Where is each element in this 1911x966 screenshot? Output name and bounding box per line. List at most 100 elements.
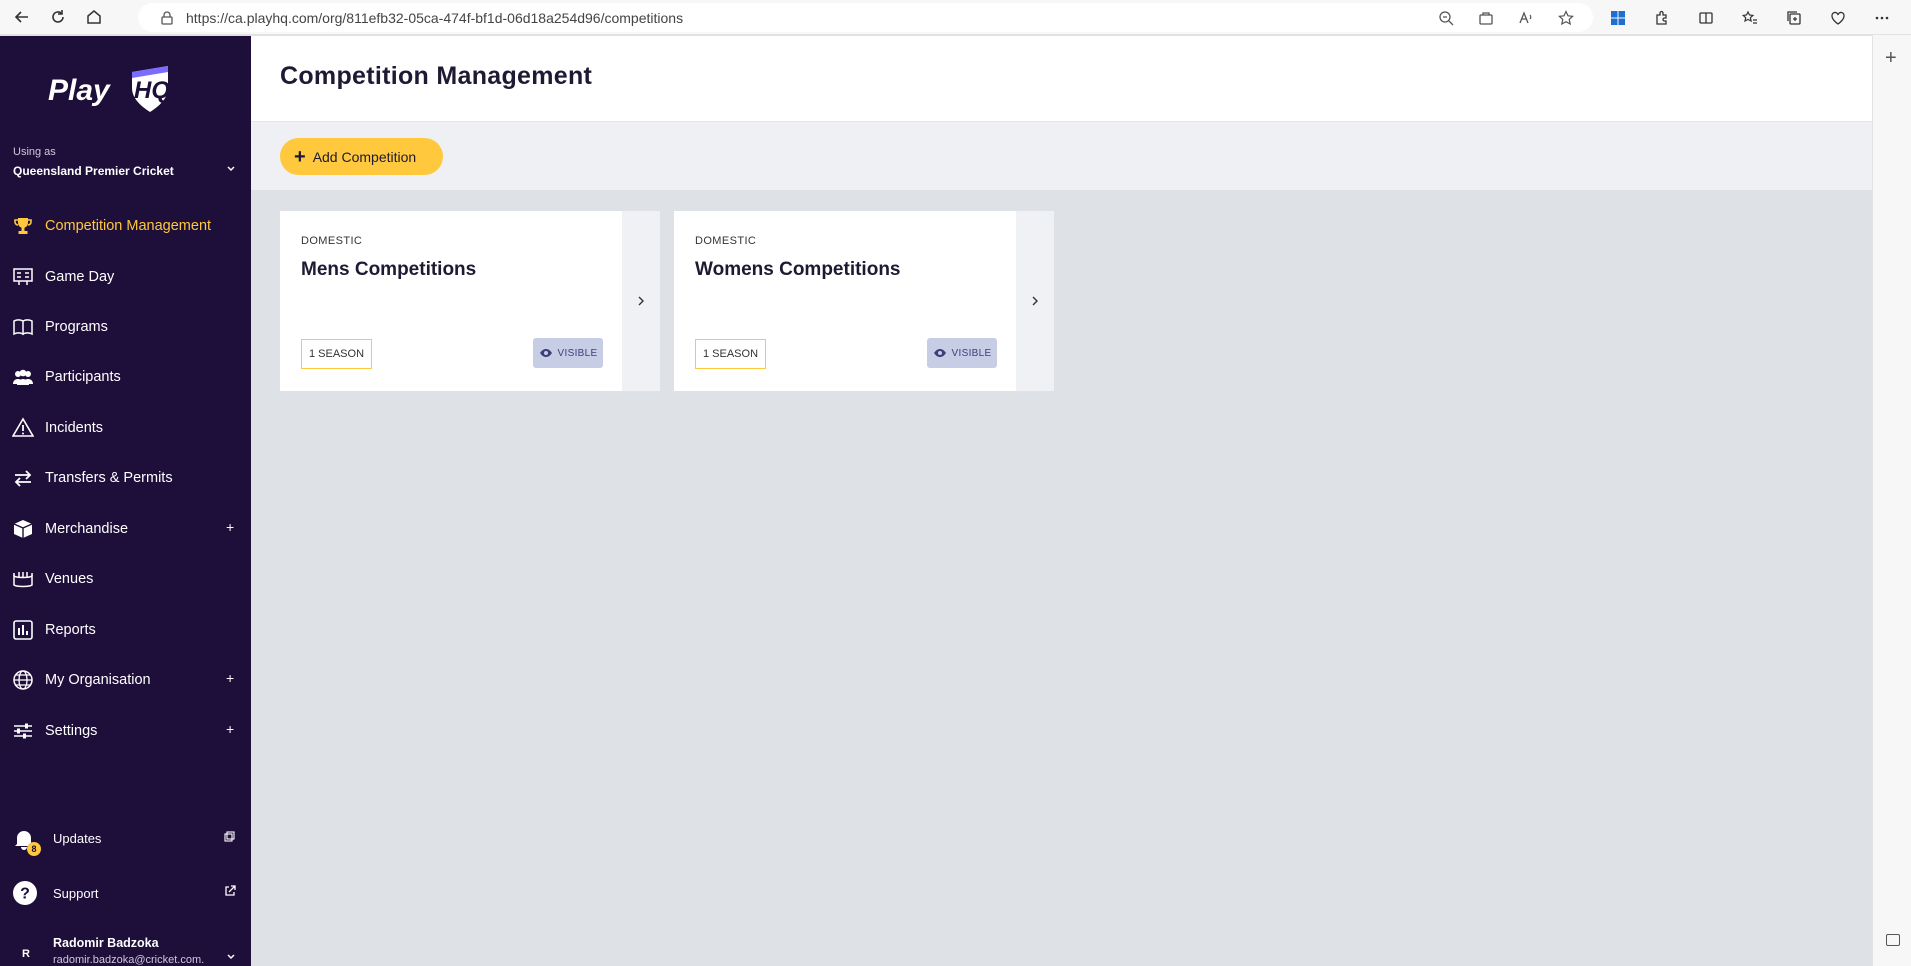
support-label: Support: [53, 885, 99, 901]
refresh-icon[interactable]: [40, 0, 76, 35]
chevron-right-icon[interactable]: [622, 211, 660, 391]
sidebar-item-label: Competition Management: [45, 218, 212, 234]
stadium-icon: [11, 567, 35, 591]
visibility-label: VISIBLE: [557, 347, 598, 359]
app-icon[interactable]: [1477, 9, 1495, 27]
action-toolbar: + Add Competition: [251, 122, 1872, 190]
scoreboard-icon: [11, 265, 35, 289]
competition-type: DOMESTIC: [301, 235, 363, 247]
help-icon: ?: [12, 880, 38, 911]
expand-plus-icon[interactable]: +: [226, 721, 234, 737]
back-icon[interactable]: [4, 0, 40, 35]
people-icon: [11, 365, 35, 389]
eye-icon: [933, 349, 946, 357]
collections-icon[interactable]: [1781, 5, 1807, 31]
svg-text:Play: Play: [48, 74, 111, 107]
sidebar-item-settings[interactable]: Settings +: [0, 711, 251, 751]
sidebar-item-my-organisation[interactable]: My Organisation +: [0, 660, 251, 700]
sidebar-item-label: Reports: [45, 622, 96, 638]
read-aloud-icon[interactable]: [1517, 9, 1535, 27]
sidebar-item-label: Settings: [45, 723, 98, 739]
book-icon: [11, 315, 35, 339]
transfer-icon: [11, 466, 35, 490]
chevron-down-icon[interactable]: [226, 163, 236, 177]
visibility-badge: VISIBLE: [927, 338, 997, 368]
split-screen-icon[interactable]: [1693, 5, 1719, 31]
user-email: radomir.badzoka@cricket.com.: [53, 954, 205, 966]
sidebar-item-label: Transfers & Permits: [45, 470, 173, 486]
chevron-down-icon[interactable]: [226, 951, 236, 965]
sidebar-item-support[interactable]: ? Support: [0, 873, 251, 913]
plus-icon: +: [294, 145, 306, 168]
browser-toolbar: https://ca.playhq.com/org/811efb32-05ca-…: [0, 0, 1911, 35]
lock-icon: [161, 10, 173, 25]
sidebar-item-programs[interactable]: Programs: [0, 307, 251, 347]
globe-icon: [11, 668, 35, 692]
expand-plus-icon[interactable]: +: [226, 519, 234, 535]
extensions-puzzle-icon[interactable]: [1649, 5, 1675, 31]
avatar[interactable]: R: [22, 948, 30, 960]
card-body[interactable]: DOMESTIC Mens Competitions 1 SEASON VISI…: [280, 211, 622, 391]
sidebar-item-competition-management[interactable]: Competition Management: [0, 206, 251, 246]
sidebar-item-label: Programs: [45, 319, 108, 335]
organisation-selector[interactable]: Queensland Premier Cricket: [13, 164, 174, 178]
using-as-label: Using as: [13, 146, 56, 158]
chart-icon: [11, 618, 35, 642]
page-header: Competition Management: [251, 36, 1872, 122]
add-competition-button[interactable]: + Add Competition: [280, 138, 443, 175]
competition-type: DOMESTIC: [695, 235, 757, 247]
trophy-icon: [11, 214, 35, 238]
add-panel-icon[interactable]: +: [1885, 47, 1897, 70]
external-link-icon: [224, 829, 235, 847]
visibility-badge: VISIBLE: [533, 338, 603, 368]
eye-icon: [539, 349, 552, 357]
card-body[interactable]: DOMESTIC Womens Competitions 1 SEASON VI…: [674, 211, 1016, 391]
zoom-icon[interactable]: [1437, 9, 1455, 27]
external-link-icon: [224, 884, 236, 902]
sliders-icon: [11, 719, 35, 743]
competition-name: Mens Competitions: [301, 259, 477, 280]
sidebar-item-venues[interactable]: Venues: [0, 559, 251, 599]
sidebar-item-reports[interactable]: Reports: [0, 610, 251, 650]
address-bar[interactable]: https://ca.playhq.com/org/811efb32-05ca-…: [138, 3, 1593, 32]
chevron-right-icon[interactable]: [1016, 211, 1054, 391]
page-title: Competition Management: [280, 62, 593, 90]
user-name: Radomir Badzoka: [53, 936, 159, 950]
updates-badge: 8: [27, 842, 41, 856]
favorites-icon[interactable]: [1737, 5, 1763, 31]
performance-heart-icon[interactable]: [1825, 5, 1851, 31]
sidebar-item-merchandise[interactable]: Merchandise +: [0, 509, 251, 549]
add-competition-label: Add Competition: [312, 148, 417, 165]
competition-list: DOMESTIC Mens Competitions 1 SEASON VISI…: [251, 190, 1872, 966]
visibility-label: VISIBLE: [951, 347, 992, 359]
browser-side-panel: +: [1872, 35, 1911, 966]
sidebar-toggle-icon[interactable]: [1886, 934, 1900, 946]
windows-extension-icon[interactable]: [1605, 5, 1631, 31]
competition-name: Womens Competitions: [695, 259, 901, 280]
updates-label: Updates: [53, 830, 102, 846]
svg-text:?: ?: [20, 886, 30, 903]
sidebar-item-label: Venues: [45, 571, 94, 587]
sidebar-item-game-day[interactable]: Game Day: [0, 257, 251, 297]
more-menu-icon[interactable]: [1869, 5, 1895, 31]
sidebar-item-label: My Organisation: [45, 672, 151, 688]
sidebar-item-label: Game Day: [45, 269, 115, 285]
playhq-logo[interactable]: Play HQ: [48, 58, 188, 118]
competition-card-mens[interactable]: DOMESTIC Mens Competitions 1 SEASON VISI…: [280, 211, 660, 391]
warning-icon: [11, 416, 35, 440]
sidebar: Play HQ Using as Queensland Premier Cric…: [0, 36, 251, 966]
home-icon[interactable]: [76, 0, 112, 35]
sidebar-item-participants[interactable]: Participants: [0, 357, 251, 397]
svg-text:HQ: HQ: [134, 77, 170, 104]
season-count-badge: 1 SEASON: [695, 339, 767, 369]
season-count-badge: 1 SEASON: [301, 339, 373, 369]
sidebar-item-label: Participants: [45, 369, 121, 385]
sidebar-item-transfers-permits[interactable]: Transfers & Permits: [0, 458, 251, 498]
favorite-star-icon[interactable]: [1557, 9, 1575, 27]
expand-plus-icon[interactable]: +: [226, 670, 234, 686]
sidebar-item-label: Incidents: [45, 420, 104, 436]
sidebar-item-updates[interactable]: 8 Updates: [0, 818, 251, 858]
url-text: https://ca.playhq.com/org/811efb32-05ca-…: [186, 9, 684, 26]
sidebar-item-incidents[interactable]: Incidents: [0, 408, 251, 448]
competition-card-womens[interactable]: DOMESTIC Womens Competitions 1 SEASON VI…: [674, 211, 1054, 391]
